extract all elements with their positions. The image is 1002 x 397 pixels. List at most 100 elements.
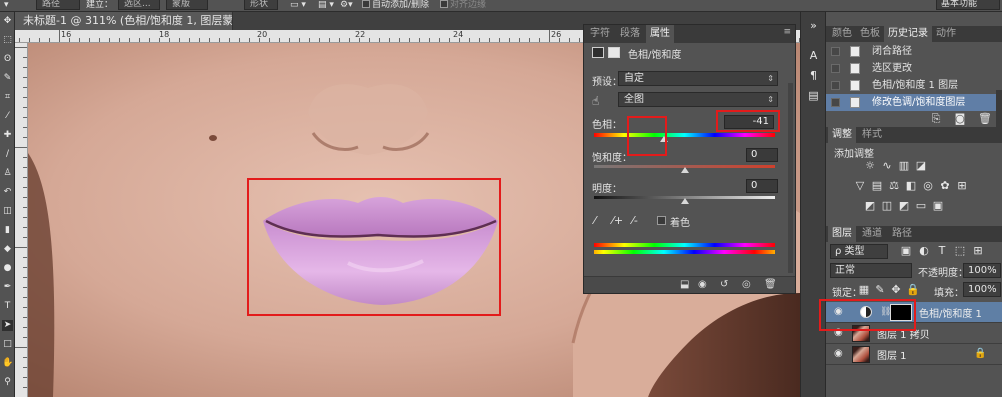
colorize-checkbox[interactable] — [657, 216, 666, 225]
lock-transparent-icon[interactable]: ▦ — [858, 284, 870, 296]
selective-color-icon[interactable]: ▣ — [932, 200, 944, 212]
visibility-eye-icon[interactable]: ◎ — [742, 279, 751, 291]
new-document-from-state-icon[interactable]: ⎘ — [930, 113, 942, 125]
path-alignment-icon[interactable]: ▤ ▾ — [318, 0, 334, 11]
black-white-icon[interactable]: ◧ — [905, 180, 917, 192]
channel-mixer-icon[interactable]: ✿ — [939, 180, 951, 192]
lightness-slider-thumb[interactable] — [680, 198, 689, 204]
eyedropper-tool-icon[interactable]: ⁄ — [2, 111, 13, 122]
filter-pixel-icon[interactable]: ▣ — [900, 245, 912, 257]
view-previous-state-icon[interactable]: ◉ — [698, 279, 707, 291]
lock-position-icon[interactable]: ✥ — [890, 284, 902, 296]
character-panel-icon[interactable]: A — [805, 48, 822, 63]
healing-brush-tool-icon[interactable]: ✚ — [2, 130, 13, 141]
tab-styles[interactable]: 样式 — [858, 127, 886, 143]
document-tab[interactable]: 未标题-1 @ 311% (色相/饱和度 1, 图层蒙版/8) * × — [15, 12, 233, 30]
panel-menu-icon[interactable]: ≡ — [783, 27, 791, 37]
align-edges-checkbox[interactable]: 对齐边缘 — [440, 0, 486, 11]
eraser-tool-icon[interactable]: ◫ — [2, 206, 13, 217]
color-lookup-icon[interactable]: ⊞ — [956, 180, 968, 192]
snapshot-checkbox[interactable] — [831, 64, 840, 73]
tab-swatches[interactable]: 色板 — [856, 26, 884, 42]
tab-actions[interactable]: 动作 — [932, 26, 960, 42]
photo-filter-icon[interactable]: ◎ — [922, 180, 934, 192]
history-item[interactable]: 修改色调/饱和度图层 — [826, 94, 996, 111]
style-select[interactable]: 路径 — [36, 0, 80, 10]
reset-icon[interactable]: ↺ — [720, 279, 728, 291]
pen-tool-icon[interactable]: ✒ — [2, 282, 13, 293]
eyedropper-add-icon[interactable]: ⁄+ — [612, 214, 623, 227]
hand-tool-icon[interactable]: ✋ — [2, 358, 13, 369]
posterize-icon[interactable]: ◫ — [881, 200, 893, 212]
lasso-tool-icon[interactable]: ʘ — [2, 54, 13, 65]
exposure-icon[interactable]: ◪ — [915, 160, 927, 172]
brush-tool-icon[interactable]: ∕ — [2, 149, 13, 160]
collapse-arrows-icon[interactable]: » — [805, 18, 822, 33]
layer-row-base[interactable]: ◉ 图层 1 🔒 — [826, 344, 1002, 365]
crop-tool-icon[interactable]: ⌗ — [2, 92, 13, 103]
hue-saturation-icon[interactable]: ▤ — [871, 180, 883, 192]
trash-icon[interactable]: 🗑 — [764, 279, 777, 291]
zoom-tool-icon[interactable]: ⚲ — [2, 377, 13, 388]
history-item[interactable]: 选区更改 — [826, 60, 996, 77]
eyedropper-subtract-icon[interactable]: ⁄- — [632, 214, 638, 227]
levels-icon[interactable]: ▥ — [898, 160, 910, 172]
type-tool-icon[interactable]: T — [2, 301, 13, 312]
path-selection-tool-icon[interactable]: ➤ — [2, 320, 13, 331]
auto-add-delete-checkbox[interactable]: 自动添加/删除 — [362, 0, 429, 11]
snapshot-checkbox[interactable] — [831, 47, 840, 56]
make-mask-button[interactable]: 蒙版 — [166, 0, 208, 10]
tab-channels[interactable]: 通道 — [858, 226, 886, 242]
checkbox-checked[interactable] — [362, 0, 370, 8]
visibility-eye-icon[interactable]: ◉ — [834, 348, 843, 359]
invert-icon[interactable]: ◩ — [864, 200, 876, 212]
blend-mode-select[interactable]: 正常 — [830, 263, 912, 278]
history-item[interactable]: 色相/饱和度 1 图层 — [826, 77, 996, 94]
checkbox-unchecked[interactable] — [440, 0, 448, 8]
tab-paragraph[interactable]: 段落 — [616, 25, 644, 43]
clip-to-layer-icon[interactable]: ⬓ — [680, 279, 689, 291]
opacity-input[interactable]: 100% — [963, 263, 1001, 278]
blur-tool-icon[interactable]: ◆ — [2, 244, 13, 255]
properties-scrollbar[interactable] — [788, 83, 793, 273]
paragraph-panel-icon[interactable]: ¶ — [805, 68, 822, 83]
gradient-map-icon[interactable]: ▭ — [915, 200, 927, 212]
tab-history[interactable]: 历史记录 — [884, 26, 932, 42]
tab-adjustments[interactable]: 调整 — [828, 127, 856, 143]
history-scrollbar[interactable] — [996, 90, 1002, 130]
clone-stamp-tool-icon[interactable]: ♙ — [2, 168, 13, 179]
dodge-tool-icon[interactable]: ● — [2, 263, 13, 274]
threshold-icon[interactable]: ◩ — [898, 200, 910, 212]
path-operations-icon[interactable]: ▭ ▾ — [290, 0, 306, 11]
tab-layers[interactable]: 图层 — [828, 226, 856, 242]
lock-pixels-icon[interactable]: ✎ — [874, 284, 886, 296]
filter-adjustment-icon[interactable]: ◐ — [918, 245, 930, 257]
targeted-adjustment-icon[interactable]: ☝ — [592, 94, 599, 108]
curves-icon[interactable]: ∿ — [881, 160, 893, 172]
make-shape-button[interactable]: 形状 — [244, 0, 278, 10]
make-selection-button[interactable]: 选区... — [118, 0, 160, 10]
lightness-input[interactable]: 0 — [746, 179, 778, 193]
layer-kind-filter[interactable]: ρ 类型 — [830, 244, 888, 259]
eyedropper-icon[interactable]: ⁄ — [594, 214, 596, 227]
history-brush-tool-icon[interactable]: ↶ — [2, 187, 13, 198]
quick-select-tool-icon[interactable]: ✎ — [2, 73, 13, 84]
filter-type-icon[interactable]: T — [936, 245, 948, 257]
preset-select[interactable]: 自定 ⇕ — [618, 71, 778, 86]
lock-all-icon[interactable]: 🔒 — [906, 284, 920, 296]
move-tool-icon[interactable]: ✥ — [2, 16, 13, 27]
path-tool-icon[interactable]: ▾ — [4, 0, 9, 11]
snapshot-checkbox[interactable] — [831, 98, 840, 107]
brightness-icon[interactable]: ☼ — [864, 160, 876, 172]
trash-icon[interactable]: 🗑 — [978, 113, 992, 125]
properties-panel-icon[interactable]: ▤ — [805, 88, 822, 103]
filter-shape-icon[interactable]: ⬚ — [954, 245, 966, 257]
camera-icon[interactable]: ◙ — [954, 113, 966, 125]
snapshot-checkbox[interactable] — [831, 81, 840, 90]
gradient-tool-icon[interactable]: ▮ — [2, 225, 13, 236]
saturation-slider-thumb[interactable] — [680, 167, 689, 173]
layer-mask-icon[interactable] — [608, 47, 620, 58]
color-balance-icon[interactable]: ⚖ — [888, 180, 900, 192]
tab-properties[interactable]: 属性 — [646, 25, 674, 43]
tab-color[interactable]: 颜色 — [828, 26, 856, 42]
